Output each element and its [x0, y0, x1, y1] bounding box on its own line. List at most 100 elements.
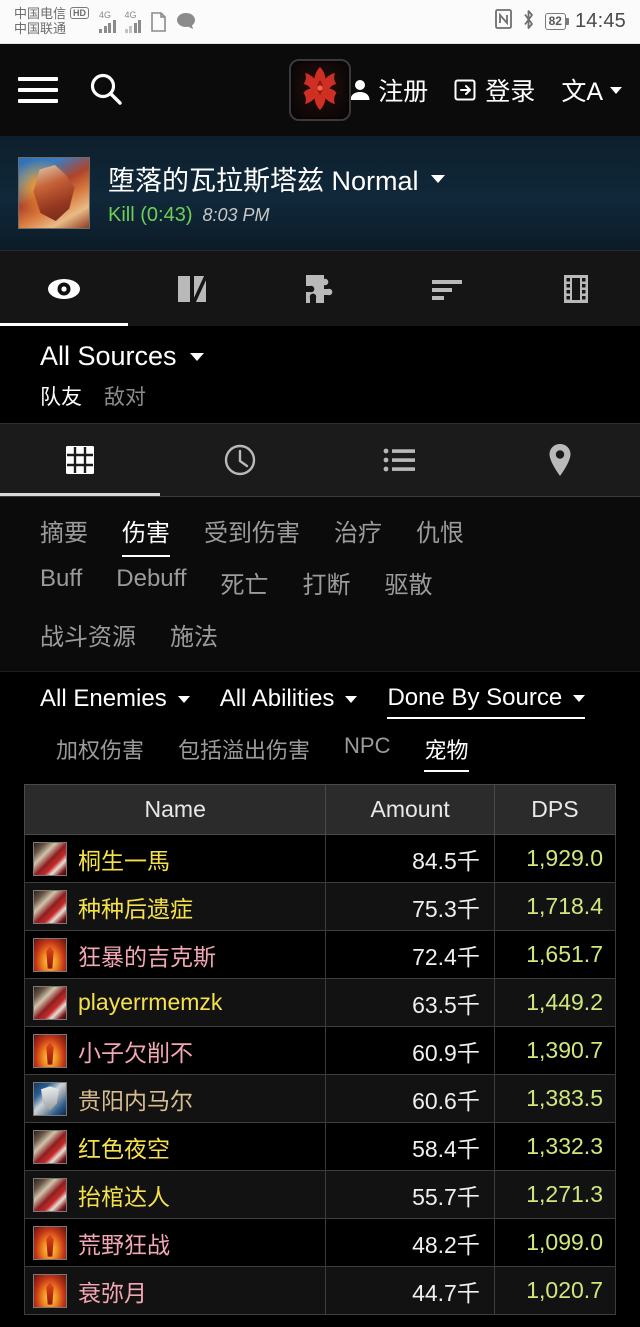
- status-badge: Kill (0:43): [108, 204, 193, 226]
- encounter-title-row[interactable]: 堕落的瓦拉斯塔兹 Normal: [108, 159, 445, 198]
- tab-overview[interactable]: [0, 251, 128, 326]
- tab-threat[interactable]: 仇恨: [416, 507, 464, 559]
- sources-filter-friendly[interactable]: 队友: [40, 381, 82, 411]
- damage-amount: 84.5千: [412, 847, 480, 874]
- all-abilities-dropdown[interactable]: All Abilities: [220, 685, 358, 718]
- chevron-down-icon[interactable]: [430, 174, 445, 183]
- table-row[interactable]: 桐生一馬 84.5千 1,929.0: [23, 834, 617, 883]
- tab-casts[interactable]: 施法: [170, 611, 218, 663]
- bars-icon: [432, 279, 462, 300]
- column-header-amount[interactable]: Amount: [325, 784, 495, 835]
- puzzle-icon: [306, 274, 333, 303]
- register-label: 注册: [378, 78, 429, 106]
- cell-amount: 58.4千: [325, 1122, 495, 1171]
- login-label: 登录: [485, 78, 536, 106]
- cell-amount: 84.5千: [325, 834, 495, 883]
- cell-name[interactable]: 桐生一馬: [23, 834, 327, 883]
- cell-dps: 1,651.7: [493, 930, 617, 979]
- bluetooth-icon: [521, 9, 536, 35]
- table-row[interactable]: playerrmemzk 63.5千 1,449.2: [23, 978, 617, 1027]
- cell-name[interactable]: 抬棺达人: [23, 1170, 327, 1219]
- table-row[interactable]: 红色夜空 58.4千 1,332.3: [23, 1122, 617, 1171]
- tab-list-view[interactable]: [320, 424, 480, 496]
- filter-weighted-damage[interactable]: 加权伤害: [56, 733, 144, 774]
- filter-npc[interactable]: NPC: [344, 733, 390, 768]
- compare-icon: [178, 273, 208, 304]
- class-spec-icon: [33, 1225, 67, 1260]
- table-row[interactable]: 狂暴的吉克斯 72.4千 1,651.7: [23, 930, 617, 979]
- metric-tabbar: 摘要 伤害 受到伤害 治疗 仇恨 Buff Debuff 死亡 打断 驱散 战斗…: [0, 497, 640, 671]
- tab-summary[interactable]: 摘要: [40, 507, 88, 559]
- register-button[interactable]: 注册: [349, 72, 428, 108]
- column-header-name[interactable]: Name: [23, 784, 327, 835]
- login-arrow-icon: [454, 79, 476, 101]
- tab-replay[interactable]: [512, 251, 640, 326]
- table-row[interactable]: 小子欠削不 60.9千 1,390.7: [23, 1026, 617, 1075]
- all-enemies-dropdown[interactable]: All Enemies: [40, 685, 190, 718]
- language-selector[interactable]: 文A: [561, 72, 622, 108]
- dps-value: 1,651.7: [526, 941, 603, 967]
- tab-damage-done[interactable]: 伤害: [122, 507, 170, 559]
- table-row[interactable]: 种种后遗症 75.3千 1,718.4: [23, 882, 617, 931]
- clock-icon: [224, 444, 256, 476]
- class-spec-icon: [33, 889, 67, 924]
- tab-debuffs[interactable]: Debuff: [116, 559, 186, 604]
- network-type-2: 4G: [124, 9, 137, 20]
- chevron-down-icon: [610, 86, 622, 94]
- table-row[interactable]: 贵阳内马尔 60.6千 1,383.5: [23, 1074, 617, 1123]
- hd-badge: HD: [70, 6, 90, 19]
- dps-value: 1,383.5: [526, 1085, 603, 1111]
- tab-dispels[interactable]: 驱散: [385, 559, 433, 611]
- cell-name[interactable]: 衰弥月: [23, 1266, 327, 1315]
- tab-addons[interactable]: [256, 251, 384, 326]
- tab-map-view[interactable]: [480, 424, 640, 496]
- done-by-source-dropdown[interactable]: Done By Source: [387, 684, 586, 719]
- class-spec-icon: [33, 1129, 67, 1164]
- tab-healing[interactable]: 治疗: [334, 507, 382, 559]
- hamburger-menu-icon[interactable]: [18, 77, 58, 103]
- tab-buffs[interactable]: Buff: [40, 559, 82, 604]
- cell-name[interactable]: 小子欠削不: [23, 1026, 327, 1075]
- player-name: 荒野狂战: [78, 1231, 170, 1258]
- class-spec-icon: [33, 1273, 67, 1308]
- login-button[interactable]: 登录: [454, 72, 535, 108]
- tab-compare[interactable]: [128, 251, 256, 326]
- filter-pets[interactable]: 宠物: [424, 733, 469, 774]
- cell-name[interactable]: 贵阳内马尔: [23, 1074, 327, 1123]
- carrier-primary: 中国电信: [14, 5, 67, 21]
- tab-damage-taken[interactable]: 受到伤害: [204, 507, 300, 559]
- damage-amount: 44.7千: [412, 1279, 480, 1306]
- cell-amount: 44.7千: [325, 1266, 495, 1315]
- horde-crest-logo[interactable]: [289, 59, 351, 121]
- filter-include-overkill[interactable]: 包括溢出伤害: [178, 733, 310, 774]
- cell-name[interactable]: 狂暴的吉克斯: [23, 930, 327, 979]
- cell-name[interactable]: 种种后遗症: [23, 882, 327, 931]
- table-row[interactable]: 抬棺达人 55.7千 1,271.3: [23, 1170, 617, 1219]
- signal-indicators: 4G 4G: [99, 9, 142, 33]
- tab-rankings[interactable]: [384, 251, 512, 326]
- search-icon[interactable]: [86, 70, 126, 110]
- cell-name[interactable]: playerrmemzk: [23, 978, 327, 1027]
- all-sources-dropdown[interactable]: All Sources: [40, 341, 600, 372]
- sources-section: All Sources 队友 敌对: [0, 327, 640, 423]
- signal-sim2: 4G: [124, 9, 142, 33]
- table-row[interactable]: 衰弥月 44.7千 1,020.7: [23, 1266, 617, 1315]
- encounter-timestamp: 8:03 PM: [202, 205, 270, 225]
- player-name: playerrmemzk: [78, 989, 223, 1015]
- table-row[interactable]: 荒野狂战 48.2千 1,099.0: [23, 1218, 617, 1267]
- cell-name[interactable]: 荒野狂战: [23, 1218, 327, 1267]
- tab-deaths[interactable]: 死亡: [221, 559, 269, 611]
- done-by-source-label: Done By Source: [387, 684, 563, 711]
- cell-dps: 1,929.0: [493, 834, 617, 883]
- column-header-dps[interactable]: DPS: [493, 784, 617, 835]
- tab-resources[interactable]: 战斗资源: [40, 611, 136, 663]
- dps-value: 1,929.0: [526, 845, 603, 871]
- tab-timeline-view[interactable]: [160, 424, 320, 496]
- damage-amount: 60.9千: [412, 1039, 480, 1066]
- tab-table-view[interactable]: [0, 424, 160, 496]
- cell-name[interactable]: 红色夜空: [23, 1122, 327, 1171]
- tab-interrupts[interactable]: 打断: [303, 559, 351, 611]
- encounter-header[interactable]: 堕落的瓦拉斯塔兹 Normal Kill (0:43) 8:03 PM: [0, 136, 640, 251]
- damage-table: Name Amount DPS 桐生一馬 84.5千 1,929.0 种种后遗症 75.…: [23, 784, 617, 1315]
- sources-filter-enemy[interactable]: 敌对: [104, 381, 146, 411]
